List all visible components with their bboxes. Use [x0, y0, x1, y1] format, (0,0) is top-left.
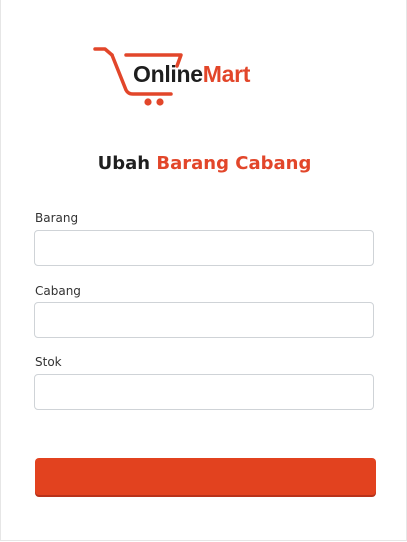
page-title-accent: Barang Cabang — [156, 153, 312, 174]
page-container: OnlineMart Ubah Barang Cabang Barang Cab… — [0, 0, 407, 541]
cabang-input[interactable] — [34, 302, 374, 338]
page-title: Ubah Barang Cabang — [1, 153, 407, 174]
logo-text: OnlineMart — [133, 61, 250, 88]
stok-input[interactable] — [34, 374, 374, 410]
logo-mart: Mart — [202, 61, 251, 87]
barang-input[interactable] — [34, 230, 374, 266]
cabang-label: Cabang — [35, 284, 81, 298]
submit-button[interactable] — [35, 458, 376, 495]
page-title-prefix: Ubah — [97, 153, 151, 174]
stok-label: Stok — [35, 355, 62, 369]
logo-online: Online — [133, 61, 203, 87]
barang-label: Barang — [35, 211, 79, 225]
onlinemart-logo: OnlineMart — [93, 44, 283, 110]
